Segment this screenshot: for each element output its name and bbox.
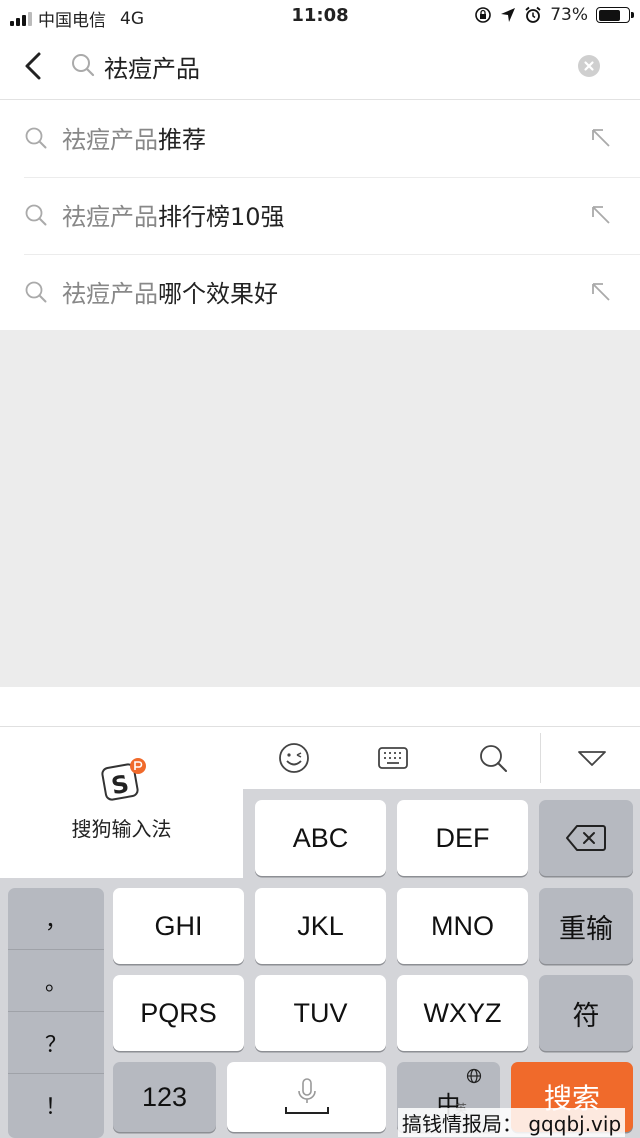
space-voice-button[interactable] bbox=[227, 1062, 386, 1132]
ime-brand-label: 搜狗输入法 bbox=[71, 817, 172, 841]
key-exclamation[interactable]: ！ bbox=[8, 1074, 104, 1136]
watermark: 搞钱情报局： gqqbj.vip bbox=[398, 1108, 626, 1137]
search-input[interactable] bbox=[104, 46, 564, 86]
suggestion-text: 祛痘产品哪个效果好 bbox=[62, 280, 278, 308]
search-icon bbox=[25, 281, 47, 303]
keyboard-icon[interactable] bbox=[376, 741, 410, 775]
sogou-logo-icon: S bbox=[101, 758, 146, 801]
globe-icon bbox=[466, 1068, 482, 1084]
key-period[interactable]: 。 bbox=[8, 950, 104, 1012]
search-bar bbox=[0, 34, 640, 100]
search-icon bbox=[72, 54, 95, 77]
fill-query-arrow-icon[interactable] bbox=[590, 204, 612, 226]
collapse-keyboard-icon[interactable] bbox=[575, 741, 609, 775]
location-icon bbox=[501, 8, 516, 22]
suggestion-text: 祛痘产品排行榜10强 bbox=[62, 203, 285, 231]
search-icon bbox=[25, 204, 47, 226]
key-def[interactable]: DEF bbox=[397, 800, 528, 876]
rotation-lock-icon bbox=[475, 7, 492, 23]
key-comma[interactable]: ， bbox=[8, 888, 104, 950]
key-wxyz[interactable]: WXYZ bbox=[397, 975, 528, 1051]
suggestion-item[interactable]: 祛痘产品推荐 bbox=[0, 100, 640, 177]
key-mno[interactable]: MNO bbox=[397, 888, 528, 964]
fill-query-arrow-icon[interactable] bbox=[590, 281, 612, 303]
alarm-icon bbox=[525, 6, 541, 23]
key-ghi[interactable]: GHI bbox=[113, 888, 244, 964]
close-icon bbox=[584, 61, 594, 71]
divider-strip bbox=[0, 687, 640, 727]
keyboard-toolbar bbox=[0, 727, 640, 789]
status-bar: 中国电信 4G 11:08 73% bbox=[0, 0, 640, 34]
search-icon bbox=[25, 127, 47, 149]
suggestion-list: 祛痘产品推荐 祛痘产品排行榜10强 祛痘产品哪个效果好 bbox=[0, 100, 640, 330]
key-pqrs[interactable]: PQRS bbox=[113, 975, 244, 1051]
symbols-button[interactable]: 符 bbox=[539, 975, 633, 1051]
battery-percent: 73% bbox=[550, 5, 588, 25]
emoji-icon[interactable] bbox=[277, 741, 311, 775]
suggestion-item[interactable]: 祛痘产品排行榜10强 bbox=[0, 177, 640, 254]
suggestion-text: 祛痘产品推荐 bbox=[62, 126, 206, 154]
suggestion-item[interactable]: 祛痘产品哪个效果好 bbox=[0, 254, 640, 331]
back-arrow-icon[interactable] bbox=[18, 48, 52, 84]
key-abc[interactable]: ABC bbox=[255, 800, 386, 876]
toolbar-divider bbox=[540, 733, 541, 783]
punctuation-column: ， 。 ？ ！ bbox=[8, 888, 104, 1138]
empty-content-area bbox=[0, 330, 640, 687]
search-icon[interactable] bbox=[476, 741, 510, 775]
key-tuv[interactable]: TUV bbox=[255, 975, 386, 1051]
backspace-icon bbox=[566, 825, 606, 851]
key-question[interactable]: ？ bbox=[8, 1012, 104, 1074]
backspace-button[interactable] bbox=[539, 800, 633, 876]
fill-query-arrow-icon[interactable] bbox=[590, 127, 612, 149]
battery-icon bbox=[596, 7, 634, 23]
key-jkl[interactable]: JKL bbox=[255, 888, 386, 964]
numbers-button[interactable]: 123 bbox=[113, 1062, 216, 1132]
reinput-button[interactable]: 重输 bbox=[539, 888, 633, 964]
clear-search-button[interactable] bbox=[578, 55, 600, 77]
microphone-icon bbox=[284, 1078, 329, 1114]
